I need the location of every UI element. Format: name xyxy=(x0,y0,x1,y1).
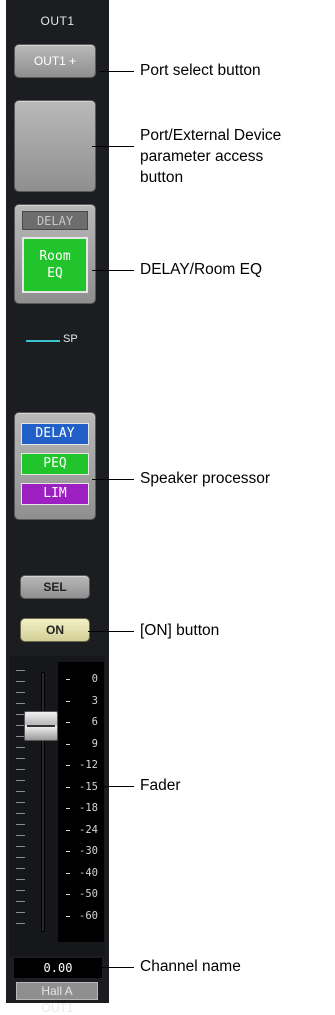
callout-access-line3: button xyxy=(140,169,184,186)
callout-speaker-processor: Speaker processor xyxy=(140,470,271,487)
fader-scale: 0 3 6 9 -12 -15 -18 -24 -30 -40 -50 -60 xyxy=(58,662,104,942)
fader-scale-dash xyxy=(66,915,70,917)
callout-delay-room-eq: DELAY/Room EQ xyxy=(140,261,263,278)
fader-tick xyxy=(16,681,25,682)
callout-line-fader xyxy=(98,786,134,787)
port-select-button[interactable]: OUT1 + xyxy=(14,44,96,78)
fader-tick xyxy=(16,868,25,869)
fader-scale-label: -12 xyxy=(79,759,98,771)
channel-footer-label: OUT1 xyxy=(41,1001,74,1015)
fader-scale-dash xyxy=(66,743,70,745)
fader-tick xyxy=(16,923,25,924)
room-eq-label-line1: Room xyxy=(39,249,71,264)
on-button[interactable]: ON xyxy=(20,618,90,642)
callout-fader: Fader xyxy=(140,777,181,794)
fader-tick xyxy=(16,802,25,803)
delay-button[interactable]: DELAY xyxy=(22,211,88,230)
fader-scale-label: 6 xyxy=(91,716,98,728)
channel-strip: OUT1 OUT1 + DELAY Room EQ SP DELAY PEQ L… xyxy=(6,0,109,1015)
fader-tick xyxy=(16,747,25,748)
callout-line-on-button xyxy=(88,631,134,632)
fader-tick xyxy=(16,912,25,913)
fader-tick xyxy=(16,813,25,814)
fader-scale-dash xyxy=(66,722,70,723)
callout-access-line2: parameter access xyxy=(140,148,264,165)
fader-scale-dash xyxy=(66,808,70,809)
fader-tick xyxy=(16,769,25,770)
callout-port-select: Port select button xyxy=(140,62,261,79)
callout-access: Port/External Device parameter access bu… xyxy=(140,125,281,188)
fader-tick xyxy=(16,835,25,836)
fader-left-ticks xyxy=(16,670,26,925)
fader-tick xyxy=(16,791,25,792)
sp-label: SP xyxy=(63,333,78,345)
fader-tick xyxy=(16,670,25,671)
fader-scale-dash xyxy=(66,765,70,766)
channel-name-field[interactable]: Hall A xyxy=(16,982,98,1000)
fader-scale-label: -60 xyxy=(79,909,98,922)
callout-line-delay-room-eq xyxy=(92,270,134,271)
fader-scale-label: 3 xyxy=(91,694,98,707)
fader-tick xyxy=(16,703,25,704)
speaker-processor-panel: DELAY PEQ LIM xyxy=(14,412,96,520)
fader-scale-label: -24 xyxy=(79,823,98,836)
sel-button[interactable]: SEL xyxy=(20,575,90,599)
port-parameter-access-button[interactable] xyxy=(14,100,96,192)
fader-scale-dash xyxy=(66,829,70,831)
level-readout: 0.00 xyxy=(14,958,102,978)
speaker-lim-button[interactable]: LIM xyxy=(21,483,89,505)
fader-scale-dash xyxy=(66,679,70,680)
fader-tick xyxy=(16,879,25,880)
fader-scale-label: -30 xyxy=(79,845,98,857)
fader-scale-label: -18 xyxy=(79,802,98,814)
fader-scale-label: -40 xyxy=(79,866,98,879)
fader-scale-dash xyxy=(66,851,70,852)
room-eq-button[interactable]: Room EQ xyxy=(22,237,88,293)
fader-tick xyxy=(16,846,25,847)
fader-tick xyxy=(16,824,25,825)
sp-indicator-line xyxy=(26,340,60,342)
callout-line-port-select xyxy=(100,71,134,72)
callout-channel-name: Channel name xyxy=(140,958,241,975)
fader-tick xyxy=(16,758,25,759)
fader-tick xyxy=(16,692,25,693)
fader-tick xyxy=(16,901,25,902)
fader-scale-dash xyxy=(66,700,70,702)
callout-line-channel-name xyxy=(96,967,134,968)
fader-knob[interactable] xyxy=(24,711,58,741)
channel-title: OUT1 xyxy=(40,14,75,28)
fader-scale-label: -50 xyxy=(79,888,98,900)
fader-scale-label: 0 xyxy=(91,673,98,685)
fader-scale-label: -15 xyxy=(79,780,98,793)
callout-on-button: [ON] button xyxy=(140,622,220,639)
fader-tick xyxy=(16,857,25,858)
delay-room-eq-panel: DELAY Room EQ xyxy=(14,204,96,304)
room-eq-label-line2: EQ xyxy=(47,266,63,281)
fader-scale-dash xyxy=(66,872,70,874)
callout-line-speaker-processor xyxy=(92,479,134,480)
fader-scale-dash xyxy=(66,894,70,895)
callout-line-access xyxy=(92,146,134,147)
callout-access-line1: Port/External Device xyxy=(140,127,282,144)
fader-scale-label: 9 xyxy=(91,737,98,750)
fader-tick xyxy=(16,890,25,891)
fader-scale-dash xyxy=(66,786,70,788)
speaker-delay-button[interactable]: DELAY xyxy=(21,423,89,445)
speaker-peq-button[interactable]: PEQ xyxy=(21,453,89,475)
fader-tick xyxy=(16,780,25,781)
